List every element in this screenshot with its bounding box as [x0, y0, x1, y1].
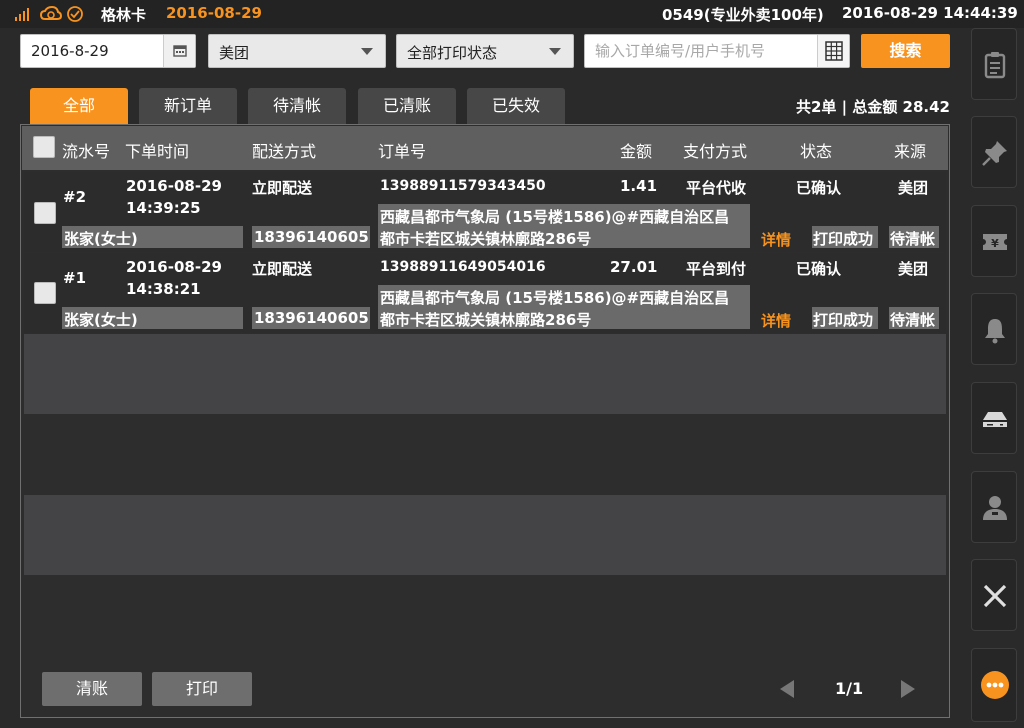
col-delivery: 配送方式 [252, 142, 317, 161]
more-sidebar-button[interactable] [971, 648, 1017, 722]
tab-all[interactable]: 全部 [30, 88, 128, 124]
detail-link[interactable]: 详情 [761, 229, 791, 250]
order-date: 2016-08-29 [126, 177, 222, 195]
notification-sidebar-button[interactable] [971, 293, 1017, 365]
date-picker[interactable]: 2016-8-29 [20, 34, 196, 68]
order-number: 13988911649054016 [380, 259, 546, 275]
col-time: 下单时间 [125, 142, 190, 161]
col-amount: 金额 [620, 142, 653, 161]
pin-icon [982, 141, 1007, 166]
search-input[interactable] [585, 35, 817, 67]
calendar-icon[interactable] [163, 35, 195, 67]
address-line: 都市卡若区城关镇林廓路286号 [380, 311, 592, 329]
settle-button[interactable]: 清账 [42, 672, 142, 706]
col-order-no: 订单号 [378, 142, 427, 161]
platform-select[interactable]: 美团 [208, 34, 386, 68]
customer-name: 张家(女士) [64, 311, 138, 329]
order-amount: 27.01 [610, 258, 658, 276]
chevron-down-icon [361, 48, 373, 55]
col-source: 来源 [894, 142, 927, 161]
payment-method: 平台代收 [686, 179, 747, 197]
tab-expired[interactable]: 已失效 [467, 88, 565, 124]
platform-select-value: 美团 [219, 44, 250, 62]
order-amount: 1.41 [620, 177, 658, 195]
orders-sidebar-button[interactable] [971, 28, 1017, 100]
col-status: 状态 [800, 142, 833, 161]
col-payment: 支付方式 [683, 142, 748, 161]
prev-page-icon[interactable] [780, 680, 794, 698]
ticket-icon: ¥ [983, 234, 1007, 250]
tab-new-orders[interactable]: 新订单 [139, 88, 237, 124]
empty-row [24, 495, 946, 575]
keypad-icon[interactable] [817, 35, 849, 67]
order-time: 14:39:25 [126, 199, 201, 217]
user-icon [983, 496, 1007, 520]
order-date: 2016-08-29 [126, 258, 222, 276]
printer-sidebar-button[interactable] [971, 382, 1017, 454]
print-result: 打印成功 [813, 230, 874, 248]
row-checkbox[interactable] [34, 282, 56, 304]
detail-link[interactable]: 详情 [761, 310, 791, 331]
order-source: 美团 [898, 179, 929, 197]
order-source: 美团 [898, 260, 929, 278]
shop-date: 2016-08-29 [166, 4, 262, 22]
clock: 2016-08-29 14:44:39 [842, 4, 1018, 22]
coupon-sidebar-button[interactable]: ¥ [971, 205, 1017, 277]
search-field [584, 34, 850, 68]
next-page-icon[interactable] [901, 680, 915, 698]
col-serial: 流水号 [62, 142, 111, 161]
customer-phone: 18396140605 [254, 309, 369, 327]
bell-icon [985, 319, 1005, 344]
user-sidebar-button[interactable] [971, 471, 1017, 543]
close-icon [983, 584, 1007, 608]
order-status: 已确认 [796, 260, 842, 278]
address-line: 西藏昌都市气象局 (15号楼1586)@#西藏自治区昌 [380, 208, 730, 226]
date-value: 2016-8-29 [31, 42, 109, 60]
customer-name: 张家(女士) [64, 230, 138, 248]
delivery-method: 立即配送 [252, 260, 313, 278]
address-line: 都市卡若区城关镇林廓路286号 [380, 230, 592, 248]
delivery-method: 立即配送 [252, 179, 313, 197]
pin-sidebar-button[interactable] [971, 116, 1017, 188]
address-line: 西藏昌都市气象局 (15号楼1586)@#西藏自治区昌 [380, 289, 730, 307]
tab-settled[interactable]: 已清账 [358, 88, 456, 124]
settle-status: 待清帐 [890, 311, 936, 329]
serial-number: #1 [63, 269, 87, 287]
more-icon [981, 671, 1009, 699]
serial-number: #2 [63, 188, 87, 206]
order-status: 已确认 [796, 179, 842, 197]
row-checkbox[interactable] [34, 202, 56, 224]
customer-phone: 18396140605 [254, 228, 369, 246]
clipboard-icon [984, 52, 1006, 79]
print-button[interactable]: 打印 [152, 672, 252, 706]
cloud-sync-icon [40, 6, 62, 20]
printer-icon [983, 412, 1007, 427]
signal-icon [15, 8, 29, 21]
shop-name: 格林卡 [101, 6, 147, 24]
empty-row [24, 414, 946, 494]
close-sidebar-button[interactable] [971, 559, 1017, 631]
payment-method: 平台到付 [686, 260, 747, 278]
print-status-select-value: 全部打印状态 [407, 44, 498, 62]
tab-pending-settle[interactable]: 待清帐 [248, 88, 346, 124]
select-all-checkbox[interactable] [33, 136, 55, 158]
empty-row [24, 334, 946, 414]
svg-text:¥: ¥ [991, 237, 999, 250]
print-result: 打印成功 [813, 311, 874, 329]
settle-status: 待清帐 [890, 230, 936, 248]
search-button[interactable]: 搜索 [861, 34, 950, 68]
order-summary: 共2单 | 总金额 28.42 [795, 98, 950, 116]
chevron-down-icon [549, 48, 561, 55]
order-number: 13988911579343450 [380, 178, 546, 194]
store-info: 0549(专业外卖100年) [662, 6, 824, 24]
order-time: 14:38:21 [126, 280, 201, 298]
page-indicator: 1/1 [835, 679, 864, 698]
print-status-select[interactable]: 全部打印状态 [396, 34, 574, 68]
check-circle-icon [67, 6, 83, 22]
